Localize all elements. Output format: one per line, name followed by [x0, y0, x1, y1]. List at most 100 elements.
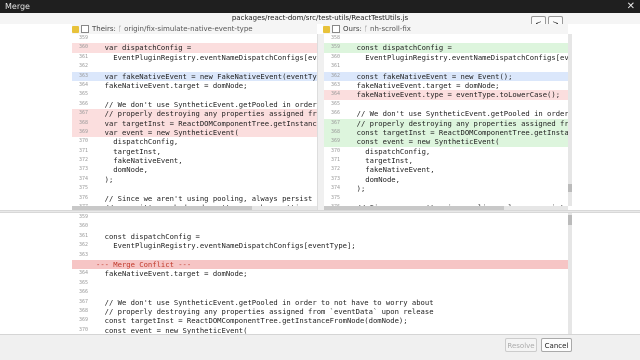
theirs-branch: origin/fix-simulate-native-event-type — [124, 25, 253, 33]
line-number: 364 — [78, 270, 88, 277]
line-number: 369 — [330, 138, 340, 145]
code-line: 362 — [72, 62, 317, 71]
code-line: 374 ); — [324, 184, 568, 193]
scrollbar-thumb[interactable] — [568, 184, 572, 192]
theirs-label: Theirs: — [92, 25, 116, 33]
line-number: 369 — [78, 317, 88, 324]
code-text: fakeNativeEvent.target = domNode; — [96, 269, 248, 279]
line-number: 375 — [78, 185, 88, 192]
line-number: 363 — [78, 72, 88, 79]
code-text: // We don't use SyntheticEvent.getPooled… — [104, 99, 317, 109]
code-line: 372 fakeNativeEvent, — [72, 156, 317, 165]
code-line: 373 domNode, — [324, 175, 568, 184]
line-number: 361 — [330, 63, 340, 70]
line-number: 371 — [330, 157, 340, 164]
code-line: 369 const targetInst = ReactDOMComponent… — [72, 316, 568, 325]
code-text: dispatchConfig, — [96, 137, 179, 147]
cancel-button[interactable]: Cancel — [541, 338, 572, 352]
line-number: 368 — [330, 128, 340, 135]
code-line: 367 // We don't use SyntheticEvent.getPo… — [72, 298, 568, 307]
title-bar: Merge ✕ — [0, 0, 640, 13]
ours-vertical-scrollbar[interactable] — [568, 34, 572, 206]
code-text: var fakeNativeEvent = new FakeNativeEven… — [104, 71, 317, 81]
line-number: 360 — [330, 53, 340, 60]
line-number: 362 — [78, 242, 88, 249]
line-number: 367 — [78, 298, 88, 305]
close-icon[interactable]: ✕ — [627, 0, 635, 13]
code-text: // Since we aren't using pooling, always… — [104, 193, 317, 203]
theirs-header: Theirs: ᚴ origin/fix-simulate-native-event… — [72, 24, 317, 34]
theirs-code-pane[interactable]: 359 360 var dispatchConfig = 361 EventPlug… — [72, 34, 317, 206]
code-line: 363 fakeNativeEvent.target = domNode; — [324, 81, 568, 90]
code-text: // We don't use SyntheticEvent.getPooled… — [96, 297, 434, 307]
code-line: 364 fakeNativeEvent.target = domNode; — [72, 81, 317, 90]
code-line: 361 EventPluginRegistry.eventNameDispatc… — [72, 53, 317, 62]
code-text: const event = new SyntheticEvent( — [348, 137, 500, 147]
code-text: fakeNativeEvent.target = domNode; — [96, 80, 248, 90]
code-line: 363 var fakeNativeEvent = new FakeNative… — [72, 71, 317, 81]
line-number: 370 — [78, 326, 88, 333]
code-line: 371 targetInst, — [324, 156, 568, 165]
code-line: 369 const event = new SyntheticEvent( — [324, 137, 568, 147]
code-line: 365 — [324, 100, 568, 109]
code-text: const fakeNativeEvent = new Event(); — [348, 71, 513, 81]
code-text: dispatchConfig, — [348, 146, 431, 156]
code-text: fakeNativeEvent.target = domNode; — [348, 80, 500, 90]
code-line: 368 var targetInst = ReactDOMComponentTr… — [72, 118, 317, 128]
code-text: var event = new SyntheticEvent( — [96, 127, 239, 137]
code-line: 374 ); — [72, 175, 317, 184]
line-number: 370 — [78, 138, 88, 145]
result-vertical-scrollbar[interactable] — [568, 213, 572, 334]
code-line: 372 fakeNativeEvent, — [324, 165, 568, 174]
code-text: targetInst, — [96, 146, 161, 156]
code-line: 359 const dispatchConfig = — [324, 43, 568, 53]
warning-icon — [72, 25, 79, 33]
line-number: 367 — [330, 119, 340, 126]
line-number: 359 — [78, 35, 88, 41]
code-line: 364 fakeNativeEvent.type = eventType.toL… — [324, 90, 568, 100]
ours-checkbox[interactable] — [332, 25, 340, 33]
code-text: const dispatchConfig = — [348, 43, 452, 53]
code-line: 360 var dispatchConfig = — [72, 43, 317, 53]
line-number: 365 — [78, 91, 88, 98]
code-line: 362 const fakeNativeEvent = new Event(); — [324, 71, 568, 81]
ours-code-pane[interactable]: 358 359 const dispatchConfig = 360 EventPl… — [324, 34, 568, 206]
line-number: 360 — [78, 223, 88, 230]
code-text: ); — [348, 184, 366, 194]
line-number: 365 — [330, 100, 340, 107]
code-text: const targetInst = ReactDOMComponentTree… — [356, 127, 568, 137]
code-text: --- Merge Conflict --- — [96, 259, 192, 269]
resolve-button[interactable]: Resolve — [505, 338, 537, 352]
line-number: 371 — [78, 147, 88, 154]
line-number: 372 — [330, 166, 340, 173]
code-line: 369 var event = new SyntheticEvent( — [72, 127, 317, 138]
code-line: 375 — [72, 184, 317, 193]
merge-window: Merge ✕ packages/react-dom/src/test-util… — [0, 0, 640, 360]
warning-icon — [323, 25, 330, 33]
theirs-checkbox[interactable] — [81, 25, 89, 33]
code-line: 360 — [72, 222, 568, 231]
scrollbar-thumb[interactable] — [568, 215, 572, 225]
line-number: 367 — [78, 110, 88, 117]
line-number: 363 — [78, 251, 88, 258]
code-line: 365 — [72, 90, 317, 99]
line-number: 362 — [78, 63, 88, 70]
code-text: fakeNativeEvent, — [348, 165, 435, 175]
code-line: 376 // Since we aren't using pooling, al… — [72, 194, 317, 203]
line-number: 361 — [78, 53, 88, 60]
code-text: fakeNativeEvent.type = eventType.toLower… — [348, 90, 561, 100]
code-text: ); — [96, 174, 114, 184]
line-number: 376 — [78, 194, 88, 201]
result-code-pane[interactable]: 359 360 361 const dispatchConfig = 362 Even… — [72, 213, 568, 334]
ours-header: Ours: ᚴ nh-scroll-fix — [323, 24, 568, 34]
code-text: EventPluginRegistry.eventNameDispatchCon… — [113, 52, 317, 62]
code-line: 361 — [324, 62, 568, 71]
code-text: // properly destroying any properties as… — [96, 306, 434, 316]
code-text: EventPluginRegistry.eventNameDispatchCon… — [96, 241, 356, 251]
code-line: 367 // properly destroying any propertie… — [72, 109, 317, 119]
code-text: // properly destroying any properties as… — [104, 109, 317, 119]
code-line: 360 EventPluginRegistry.eventNameDispatc… — [324, 53, 568, 62]
code-text: domNode, — [348, 174, 400, 184]
line-number: 373 — [78, 166, 88, 173]
line-number: 375 — [330, 194, 340, 201]
